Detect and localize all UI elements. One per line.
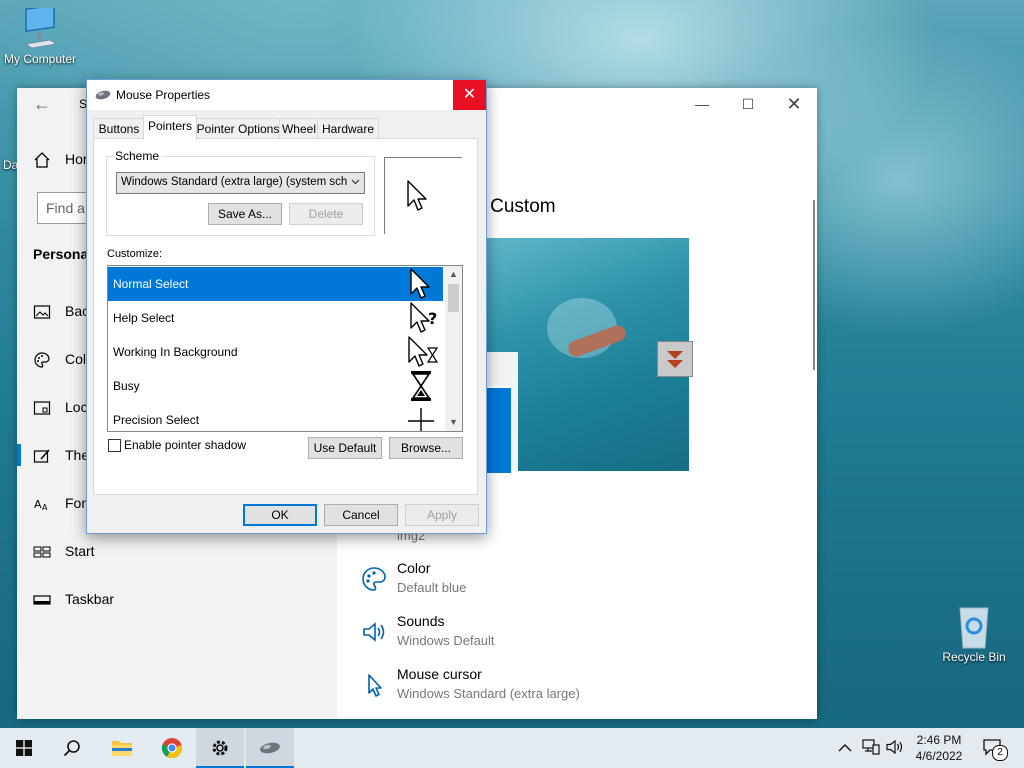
- scheme-value: Windows Standard (extra large) (system s…: [121, 176, 347, 188]
- my-computer-label: My Computer: [3, 52, 77, 66]
- crosshair-icon: [408, 408, 434, 431]
- themes-icon: [33, 449, 50, 463]
- tab-pointer-options[interactable]: Pointer Options: [195, 118, 281, 139]
- dialog-titlebar[interactable]: Mouse Properties ✕: [87, 80, 486, 110]
- clock-date: 4/6/2022: [915, 749, 963, 763]
- chrome-button[interactable]: [148, 728, 196, 768]
- help-cursor-icon: ?: [410, 302, 437, 333]
- recycle-bin-label: Recycle Bin: [942, 650, 1006, 664]
- working-cursor-icon: [408, 336, 439, 367]
- my-computer-icon[interactable]: My Computer: [0, 8, 80, 66]
- use-default-button[interactable]: Use Default: [308, 437, 382, 459]
- enable-shadow-label: Enable pointer shadow: [124, 438, 247, 452]
- clock-time: 2:46 PM: [916, 733, 962, 747]
- arrow-cursor-icon: [407, 180, 427, 211]
- apply-button[interactable]: Apply: [405, 504, 479, 526]
- svg-text:A: A: [34, 498, 42, 511]
- notification-count-badge: 2: [992, 745, 1008, 761]
- mouse-properties-taskbar-button[interactable]: [246, 728, 294, 768]
- lock-screen-icon: [33, 401, 51, 415]
- list-item-busy[interactable]: Busy: [108, 369, 443, 403]
- tab-hardware[interactable]: Hardware: [317, 118, 379, 139]
- color-row[interactable]: Color Default blue: [357, 560, 797, 608]
- save-as-button[interactable]: Save As...: [208, 203, 282, 225]
- network-icon[interactable]: [862, 739, 882, 757]
- mouse-pointer-icon: [368, 674, 382, 697]
- home-icon: [34, 152, 50, 168]
- close-button[interactable]: ✕: [771, 88, 817, 120]
- volume-icon[interactable]: [886, 739, 906, 757]
- enable-shadow-checkbox[interactable]: [108, 439, 121, 452]
- mouse-icon: [260, 742, 280, 754]
- mouse-icon: [95, 90, 111, 100]
- ok-button[interactable]: OK: [243, 504, 317, 526]
- svg-text:?: ?: [428, 309, 437, 328]
- palette-icon: [34, 352, 50, 368]
- dialog-close-button[interactable]: ✕: [453, 80, 486, 110]
- search-placeholder: Find a: [46, 200, 85, 216]
- scroll-up-icon[interactable]: ▲: [445, 266, 462, 283]
- delete-button[interactable]: Delete: [289, 203, 363, 225]
- sounds-row[interactable]: Sounds Windows Default: [357, 613, 797, 661]
- recycle-bin-icon-glyph: [959, 607, 989, 649]
- list-item-working-in-background[interactable]: Working In Background: [108, 335, 443, 369]
- image-icon: [33, 305, 51, 319]
- sidebar-item-start[interactable]: Start: [17, 532, 337, 572]
- search-button[interactable]: [48, 728, 96, 768]
- taskbar: 2:46 PM 4/6/2022 2: [0, 728, 1024, 768]
- arrow-cursor-icon: [410, 268, 430, 299]
- tab-buttons[interactable]: Buttons: [93, 118, 145, 139]
- cancel-button[interactable]: Cancel: [324, 504, 398, 526]
- pointer-list[interactable]: Normal Select Help Select ? Working In B…: [107, 265, 463, 432]
- scroll-down-icon[interactable]: ▼: [445, 414, 462, 431]
- dialog-title: Mouse Properties: [116, 88, 211, 102]
- clock[interactable]: 2:46 PM 4/6/2022: [908, 731, 970, 765]
- list-item-help-select[interactable]: Help Select ?: [108, 301, 443, 335]
- chevron-down-icon: [351, 179, 360, 185]
- tab-wheel[interactable]: Wheel: [279, 118, 319, 139]
- scroll-thumb[interactable]: [448, 284, 459, 312]
- mouse-properties-dialog: Mouse Properties ✕ Buttons Pointers Poin…: [86, 79, 487, 534]
- chrome-icon: [161, 738, 182, 759]
- gear-icon: [212, 740, 228, 756]
- folder-icon: [112, 741, 132, 756]
- svg-text:A: A: [42, 503, 48, 512]
- action-center-button[interactable]: 2: [980, 736, 1010, 762]
- settings-taskbar-button[interactable]: [196, 728, 244, 768]
- hourglass-icon: [411, 371, 431, 401]
- windows-logo-icon: [16, 740, 32, 756]
- double-chevron-icon: [657, 341, 693, 377]
- mouse-cursor-row[interactable]: Mouse cursor Windows Standard (extra lar…: [357, 666, 797, 714]
- show-hidden-icons-chevron-icon[interactable]: [838, 738, 856, 758]
- speaker-icon: [363, 622, 385, 642]
- tab-pointers[interactable]: Pointers: [143, 115, 197, 140]
- settings-scrollbar[interactable]: [813, 200, 815, 370]
- section-heading: Personal: [33, 246, 93, 262]
- file-explorer-button[interactable]: [98, 728, 146, 768]
- scheme-group-label: Scheme: [112, 149, 163, 163]
- preview-accent-tiles: [487, 386, 511, 473]
- fonts-icon: AA: [34, 498, 48, 512]
- back-arrow-icon[interactable]: ←: [33, 94, 51, 115]
- scheme-dropdown[interactable]: Windows Standard (extra large) (system s…: [116, 172, 365, 194]
- list-item-precision-select[interactable]: Precision Select: [108, 403, 443, 431]
- list-item-normal-select[interactable]: Normal Select: [108, 267, 443, 301]
- palette-icon: [362, 567, 386, 591]
- minimize-button[interactable]: —: [679, 88, 725, 120]
- customize-label: Customize:: [107, 248, 163, 260]
- pointers-panel: Scheme Windows Standard (extra large) (s…: [93, 138, 478, 495]
- list-scrollbar[interactable]: ▲ ▼: [445, 266, 462, 431]
- pointer-preview: [384, 157, 462, 234]
- computer-icon: [24, 8, 58, 49]
- maximize-button[interactable]: ☐: [725, 88, 771, 120]
- start-button[interactable]: [0, 728, 48, 768]
- taskbar-icon: [33, 595, 51, 605]
- search-icon: [63, 740, 80, 757]
- sidebar-item-taskbar[interactable]: Taskbar: [17, 580, 337, 620]
- recycle-bin-icon[interactable]: Recycle Bin: [934, 602, 1014, 664]
- browse-button[interactable]: Browse...: [389, 437, 463, 459]
- start-icon: [33, 546, 51, 558]
